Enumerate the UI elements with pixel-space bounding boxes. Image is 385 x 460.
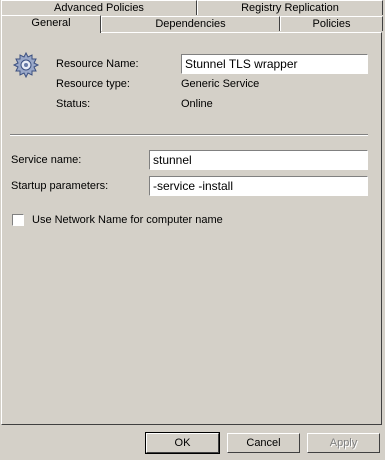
- tab-policies[interactable]: Policies: [280, 16, 383, 31]
- apply-button[interactable]: Apply: [307, 433, 380, 453]
- tab-dependencies[interactable]: Dependencies: [101, 16, 280, 31]
- resource-type-label: Resource type:: [56, 78, 130, 90]
- use-network-name-checkbox[interactable]: [12, 214, 24, 226]
- tab-registry-replication-label: Registry Replication: [241, 2, 339, 14]
- tab-registry-replication[interactable]: Registry Replication: [197, 0, 383, 15]
- tab-advanced-policies[interactable]: Advanced Policies: [1, 0, 197, 15]
- tab-advanced-policies-label: Advanced Policies: [54, 2, 144, 14]
- use-network-name-label: Use Network Name for computer name: [32, 214, 223, 226]
- service-name-label: Service name:: [11, 154, 82, 166]
- resource-type-value: Generic Service: [181, 78, 260, 90]
- service-name-field[interactable]: stunnel: [149, 150, 368, 170]
- startup-parameters-field[interactable]: -service -install: [149, 176, 368, 196]
- tab-policies-label: Policies: [312, 18, 351, 30]
- tab-dependencies-label: Dependencies: [155, 18, 226, 30]
- tab-general-label: General: [31, 17, 71, 29]
- general-tab-panel: Resource Name: Stunnel TLS wrapper Resou…: [1, 32, 382, 425]
- resource-name-label: Resource Name:: [56, 58, 139, 70]
- status-value: Online: [181, 98, 213, 110]
- separator: [10, 134, 368, 136]
- ok-button[interactable]: OK: [145, 432, 220, 454]
- tab-general[interactable]: General: [1, 15, 101, 33]
- cancel-button[interactable]: Cancel: [227, 433, 300, 453]
- gear-icon: [11, 50, 41, 80]
- status-label: Status:: [56, 98, 91, 110]
- startup-parameters-label: Startup parameters:: [11, 180, 109, 192]
- resource-name-field[interactable]: Stunnel TLS wrapper: [181, 54, 368, 74]
